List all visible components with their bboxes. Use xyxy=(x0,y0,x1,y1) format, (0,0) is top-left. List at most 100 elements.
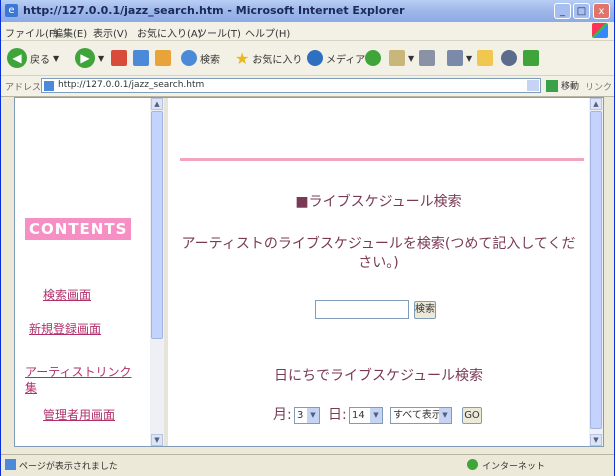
pink-divider xyxy=(180,158,584,161)
left-frame: CONTENTS 検索画面 新規登録画面 アーティストリンク集 管理者用画面 xyxy=(15,98,150,446)
folder-icon xyxy=(477,50,493,66)
edit-icon xyxy=(447,50,463,66)
print-icon xyxy=(419,50,435,66)
search-icon xyxy=(181,50,197,66)
internet-zone-icon xyxy=(467,459,478,470)
filter-value: すべて表示 xyxy=(393,410,442,421)
instruction-line-1: アーティストのライブスケジュールを検索(つめて記入してくだ xyxy=(181,236,576,252)
back-button[interactable]: ◀ 戻る ▼ xyxy=(7,47,59,69)
search-submit-button[interactable]: 検索 xyxy=(414,301,436,319)
star-icon: ★ xyxy=(235,48,250,68)
media-button[interactable]: メディア xyxy=(307,47,365,69)
go-label: 移動 xyxy=(561,82,580,92)
refresh-button[interactable] xyxy=(133,47,149,69)
page-done-icon xyxy=(5,459,16,470)
nav-link-register[interactable]: 新規登録画面 xyxy=(29,320,101,337)
minimize-button[interactable]: _ xyxy=(554,3,571,19)
address-dropdown-icon[interactable] xyxy=(527,80,539,91)
extra-icon xyxy=(523,50,539,66)
search-button[interactable]: 検索 xyxy=(181,47,220,69)
nav-link-artist-links[interactable]: アーティストリンク集 xyxy=(25,364,140,396)
mail-button[interactable]: ▼ xyxy=(389,47,414,69)
chevron-down-icon: ▼ xyxy=(98,53,105,63)
maximize-button[interactable]: □ xyxy=(573,3,590,19)
filter-select[interactable]: すべて表示 ▼ xyxy=(390,407,452,424)
chevron-down-icon: ▼ xyxy=(466,53,473,63)
media-icon xyxy=(307,50,323,66)
search-label: 検索 xyxy=(200,54,220,66)
chevron-down-icon: ▼ xyxy=(408,53,415,63)
instruction-line-2: さい。) xyxy=(358,255,399,271)
ie-icon: e xyxy=(5,4,18,17)
chevron-down-icon: ▼ xyxy=(53,53,60,63)
instruction-text: アーティストのライブスケジュールを検索(つめて記入してくだ さい。) xyxy=(168,235,589,273)
page-icon xyxy=(44,81,54,91)
go-button[interactable]: 移動 xyxy=(546,79,579,92)
date-search-title: 日にちでライブスケジュール検索 xyxy=(273,368,484,384)
edit-button[interactable]: ▼ xyxy=(447,47,472,69)
stop-icon xyxy=(111,50,127,66)
page-content: CONTENTS 検索画面 新規登録画面 アーティストリンク集 管理者用画面 ▲… xyxy=(14,97,604,447)
back-arrow-icon: ◀ xyxy=(7,48,27,68)
back-label: 戻る xyxy=(30,54,50,66)
chevron-down-icon: ▼ xyxy=(307,408,319,423)
right-frame-scrollbar[interactable]: ▲ ▼ xyxy=(589,98,603,446)
messenger-icon xyxy=(501,50,517,66)
menu-edit[interactable]: 編集(E) xyxy=(53,25,87,40)
menu-favorites[interactable]: お気に入り(A) xyxy=(137,25,202,40)
scroll-down-icon[interactable]: ▼ xyxy=(590,434,602,446)
favorites-button[interactable]: ★ お気に入り xyxy=(235,47,302,69)
refresh-icon xyxy=(133,50,149,66)
menu-view[interactable]: 表示(V) xyxy=(93,25,128,40)
extra-button[interactable] xyxy=(523,47,539,69)
history-icon xyxy=(365,50,381,66)
home-icon xyxy=(155,50,171,66)
menu-file[interactable]: ファイル(F) xyxy=(5,25,59,40)
forward-arrow-icon: ▶ xyxy=(75,48,95,68)
chevron-down-icon: ▼ xyxy=(439,408,451,423)
contents-badge: CONTENTS xyxy=(25,218,132,240)
folder-button[interactable] xyxy=(477,47,493,69)
close-button[interactable]: x xyxy=(593,3,610,19)
left-frame-scrollbar[interactable]: ▲ ▼ xyxy=(150,98,164,446)
scroll-down-icon[interactable]: ▼ xyxy=(151,434,163,446)
menu-help[interactable]: ヘルプ(H) xyxy=(245,25,290,40)
address-input[interactable]: http://127.0.0.1/jazz_search.htm xyxy=(41,78,541,93)
scroll-up-icon[interactable]: ▲ xyxy=(151,98,163,110)
address-bar: アドレス(D) http://127.0.0.1/jazz_search.htm… xyxy=(1,76,614,97)
mail-icon xyxy=(389,50,405,66)
artist-search-input[interactable] xyxy=(315,300,409,319)
browser-window: e http://127.0.0.1/jazz_search.htm - Mic… xyxy=(0,0,615,476)
nav-link-admin[interactable]: 管理者用画面 xyxy=(43,406,115,423)
nav-link-search[interactable]: 検索画面 xyxy=(43,286,91,303)
zone-text: インターネット xyxy=(482,462,546,472)
day-value: 14 xyxy=(352,410,365,421)
scroll-up-icon[interactable]: ▲ xyxy=(590,98,602,110)
messenger-button[interactable] xyxy=(501,47,517,69)
title-bar: e http://127.0.0.1/jazz_search.htm - Mic… xyxy=(1,0,614,22)
toolbar: ◀ 戻る ▼ ▶ ▼ 検索 ★ お気に入り メディア ▼ ▼ xyxy=(1,41,614,76)
links-label[interactable]: リンク xyxy=(585,80,612,93)
menu-bar: ファイル(F) 編集(E) 表示(V) お気に入り(A) ツール(T) ヘルプ(… xyxy=(1,22,614,41)
status-text: ページが表示されました xyxy=(19,462,118,472)
status-bar: ページが表示されました インターネット xyxy=(1,454,614,476)
print-button[interactable] xyxy=(419,47,435,69)
menu-tools[interactable]: ツール(T) xyxy=(197,25,241,40)
day-label: 日: xyxy=(328,407,347,423)
month-select[interactable]: 3 ▼ xyxy=(294,407,320,424)
scroll-thumb[interactable] xyxy=(590,111,602,429)
media-label: メディア xyxy=(326,54,366,66)
go-arrow-icon xyxy=(546,79,558,92)
right-frame: ■ライブスケジュール検索 アーティストのライブスケジュールを検索(つめて記入して… xyxy=(168,98,589,446)
scroll-thumb[interactable] xyxy=(151,111,163,339)
date-go-button[interactable]: GO xyxy=(462,407,482,424)
history-button[interactable] xyxy=(365,47,381,69)
windows-logo-icon xyxy=(592,23,608,38)
address-url: http://127.0.0.1/jazz_search.htm xyxy=(58,80,205,90)
forward-button[interactable]: ▶ ▼ xyxy=(75,47,104,69)
month-label: 月: xyxy=(273,407,292,423)
stop-button[interactable] xyxy=(111,47,127,69)
home-button[interactable] xyxy=(155,47,171,69)
favorites-label: お気に入り xyxy=(252,54,303,66)
day-select[interactable]: 14 ▼ xyxy=(349,407,383,424)
